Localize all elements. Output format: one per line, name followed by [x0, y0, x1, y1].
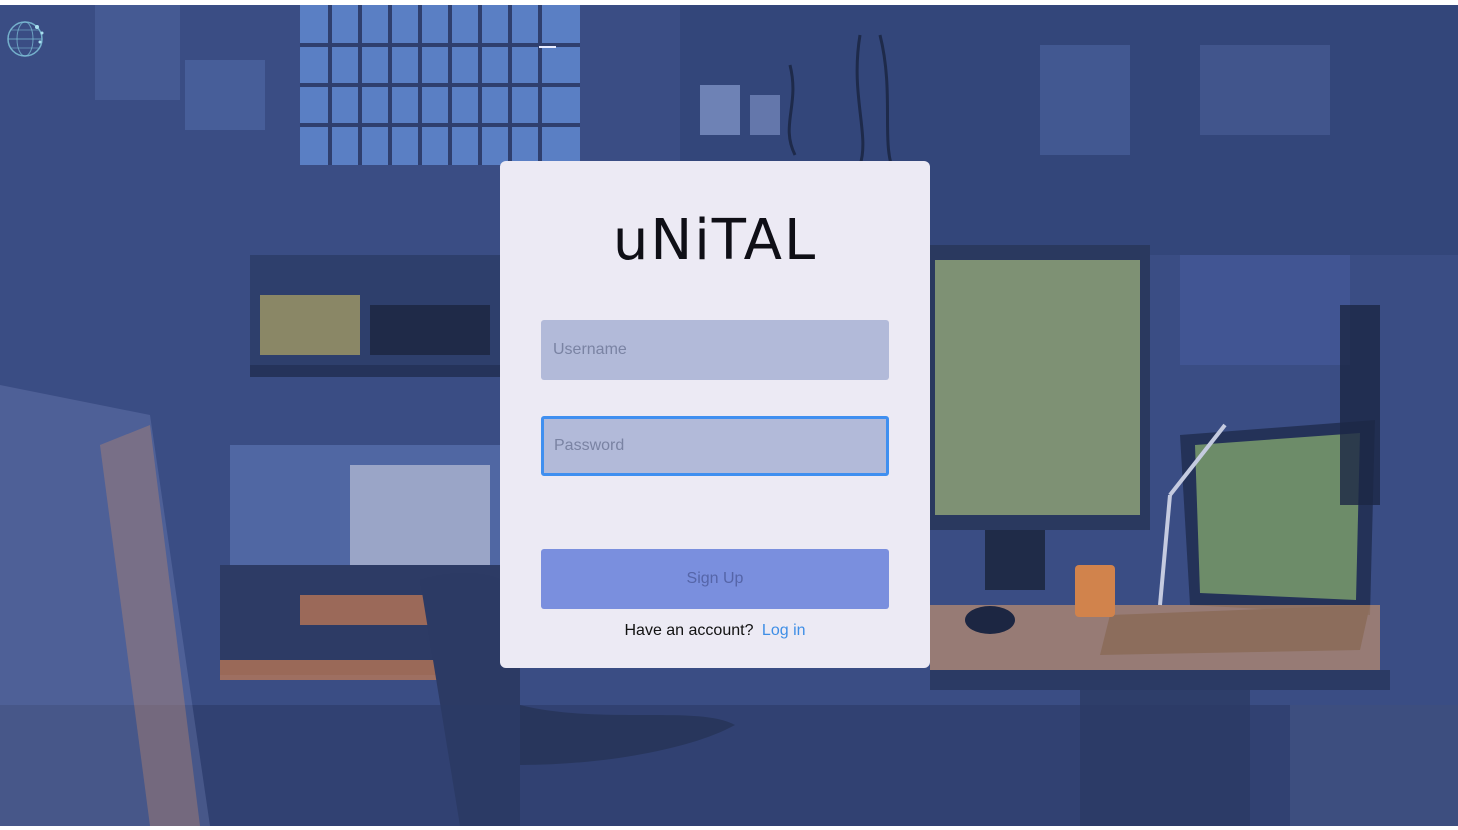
account-prompt-row: Have an account? Log in [500, 622, 930, 640]
account-prompt-text: Have an account? [624, 622, 754, 639]
log-in-link[interactable]: Log in [762, 622, 806, 639]
globe-network-icon[interactable] [4, 18, 46, 60]
password-input[interactable] [541, 416, 889, 476]
bottom-strip [0, 826, 1458, 830]
nav-indicator [539, 46, 556, 48]
username-input[interactable] [541, 320, 889, 380]
sign-up-button[interactable]: Sign Up [541, 549, 889, 609]
brand-title: uNiTAL [612, 208, 818, 273]
